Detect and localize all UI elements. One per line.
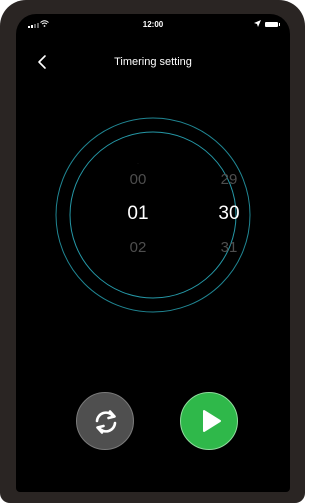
minute-picker[interactable]: 29 30 31 bbox=[199, 115, 259, 315]
start-timer-button[interactable] bbox=[180, 392, 238, 450]
timer-dial: · 00 01 02 29 30 31 bbox=[53, 115, 253, 315]
page-title: Timering setting bbox=[114, 56, 192, 68]
hour-edge-prev: · bbox=[137, 161, 139, 167]
play-icon bbox=[203, 410, 221, 432]
hour-prev-value: 00 bbox=[129, 171, 147, 188]
minute-next-value: 31 bbox=[220, 239, 238, 256]
app-screen: 12:00 Timering setting · 00 01 02 29 30 … bbox=[16, 14, 290, 492]
hour-next-value: 02 bbox=[129, 239, 147, 256]
battery-icon bbox=[265, 22, 280, 27]
refresh-icon bbox=[95, 410, 117, 434]
hour-picker[interactable]: · 00 01 02 bbox=[108, 115, 168, 315]
status-time: 12:00 bbox=[142, 20, 164, 29]
phone-frame: 12:00 Timering setting · 00 01 02 29 30 … bbox=[0, 0, 305, 503]
reset-button[interactable] bbox=[76, 392, 134, 450]
location-arrow-icon bbox=[254, 20, 261, 27]
status-bar: 12:00 bbox=[16, 14, 290, 36]
minute-selected-value: 30 bbox=[218, 203, 240, 224]
hour-selected-value: 01 bbox=[127, 203, 149, 224]
minute-prev-value: 29 bbox=[220, 171, 238, 188]
